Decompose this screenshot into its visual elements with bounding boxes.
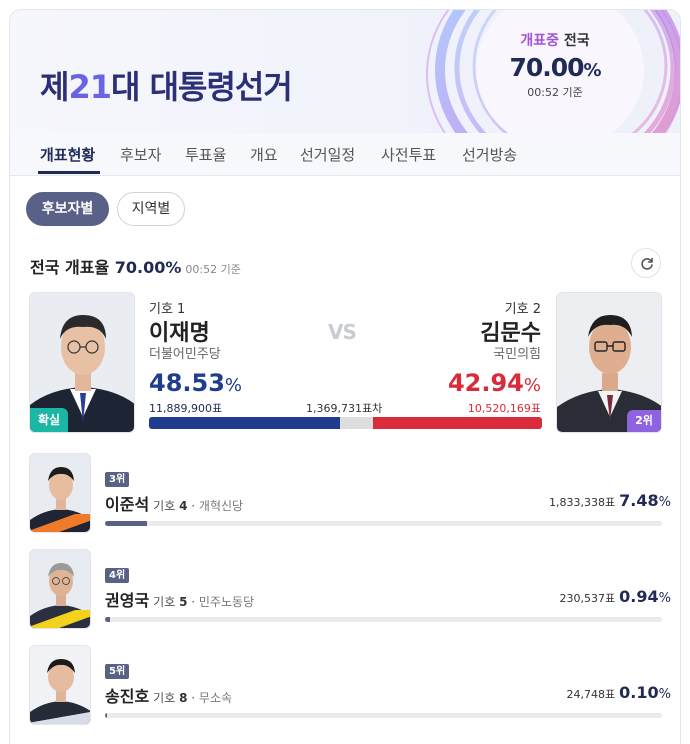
count-time: 00:52 기준 [527, 86, 583, 99]
candidate-result: 24,748표 0.10% [566, 683, 671, 702]
candidate-result: 230,537표 0.94% [559, 587, 671, 606]
tab-turnout[interactable]: 투표율 [185, 144, 226, 165]
refresh-button[interactable] [631, 248, 661, 278]
vote-share-bar [105, 713, 662, 718]
matchup-bar [149, 417, 542, 429]
candidate-row[interactable]: 4위 권영국 기호 5 · 민주노동당 230,537표 0.94% [29, 549, 671, 629]
hero-banner: 제21대 대통령선거 개표중 전국 70.00% 00:52 기준 [10, 10, 680, 133]
count-percent: 70.00% [509, 53, 601, 82]
tab-schedule[interactable]: 선거일정 [300, 144, 355, 165]
refresh-icon [641, 257, 653, 270]
rank-badge: 2위 [627, 410, 661, 432]
candidate-row[interactable]: 3위 이준석 기호 4 · 개혁신당 1,833,338표 7.48% [29, 453, 671, 533]
tab-broadcast[interactable]: 선거방송 [462, 144, 517, 165]
vote-share-bar [105, 617, 662, 622]
page-title: 제21대 대통령선거 [40, 68, 293, 106]
candidate-result: 1,833,338표 7.48% [549, 491, 671, 510]
by-region-toggle[interactable]: 지역별 [117, 192, 185, 226]
election-card: 제21대 대통령선거 개표중 전국 70.00% 00:52 기준 개표현황 후… [9, 9, 681, 744]
candidate-photo [29, 645, 91, 725]
vote-share-fill [105, 713, 107, 718]
vote-share-fill [105, 521, 147, 526]
leader-percent: 48.53% [149, 369, 243, 397]
runner-up-bar-segment [373, 417, 542, 429]
candidate-photo [29, 549, 91, 629]
tab-candidates[interactable]: 후보자 [120, 144, 161, 165]
candidate-name: 송진호 기호 8 · 무소속 [105, 687, 233, 706]
vs-label: VS [328, 320, 357, 344]
leader-bar-segment [149, 417, 340, 429]
count-status: 개표중 전국 70.00% 00:52 기준 [485, 30, 625, 100]
tab-bar: 개표현황 후보자 투표율 개요 선거일정 사전투표 선거방송 [10, 133, 680, 176]
tab-overview[interactable]: 개요 [250, 144, 278, 165]
region-label: 전국 [559, 33, 590, 49]
leader-party: 더불어민주당 [149, 347, 221, 362]
party-color-accent [30, 610, 90, 628]
leader-votes: 11,889,900표 [149, 402, 223, 415]
leader-photo[interactable]: 확실 [29, 292, 135, 433]
runner-up-party: 국민의힘 [493, 347, 541, 362]
tab-count-status[interactable]: 개표현황 [40, 144, 95, 165]
party-color-accent [30, 710, 90, 724]
confirmed-badge: 확실 [30, 408, 68, 432]
runner-up-votes: 10,520,169표 [467, 402, 541, 415]
by-candidate-toggle[interactable]: 후보자별 [26, 192, 109, 226]
vote-share-bar [105, 521, 662, 526]
runner-up-percent: 42.94% [447, 369, 541, 397]
candidate-photo [29, 453, 91, 533]
section-time: 00:52 기준 [185, 263, 241, 276]
candidate-name: 이준석 기호 4 · 개혁신당 [105, 495, 244, 514]
runner-up-photo[interactable]: 2위 [556, 292, 662, 433]
section-title: 전국 개표율 70.00% 00:52 기준 [30, 258, 241, 277]
vote-gap: 1,369,731표차 [306, 402, 383, 415]
candidate-row[interactable]: 5위 송진호 기호 8 · 무소속 24,748표 0.10% [29, 645, 671, 725]
rank-badge: 3위 [105, 472, 130, 487]
rank-badge: 5위 [105, 664, 130, 679]
vote-share-fill [105, 617, 111, 622]
party-color-accent [30, 514, 90, 532]
active-tab-indicator [38, 171, 100, 174]
rank-badge: 4위 [105, 568, 130, 583]
counting-label: 개표중 [520, 33, 559, 49]
tab-early-voting[interactable]: 사전투표 [381, 144, 436, 165]
candidate-name: 권영국 기호 5 · 민주노동당 [105, 591, 255, 610]
